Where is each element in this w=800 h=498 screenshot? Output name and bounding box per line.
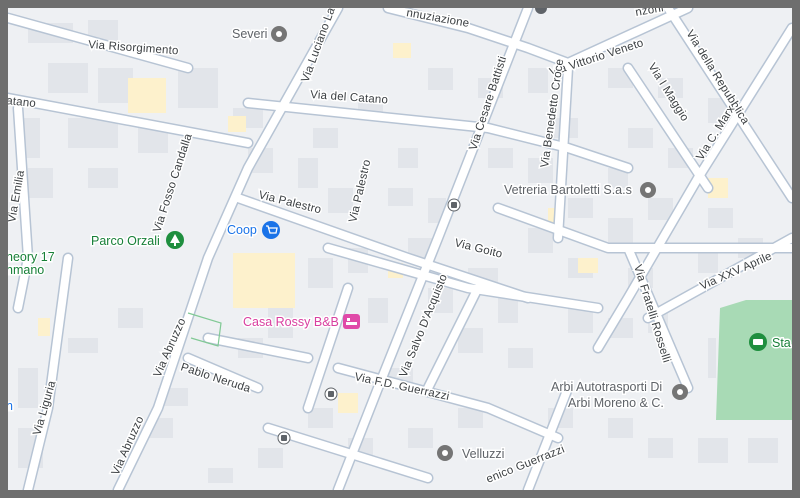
poi-velluzzi[interactable]: Velluzzi (437, 445, 506, 463)
map-canvas[interactable]: Via Risorgimento Via Luciano La Via del … (8, 8, 792, 490)
poi-label: Sta (772, 336, 791, 350)
poi-label: Parco Orzali (91, 234, 160, 248)
poi-label: Arbi Autotrasporti Di (551, 380, 662, 394)
park-area (716, 300, 792, 420)
poi-label: Severi (232, 27, 267, 41)
poi-severi[interactable]: Severi (231, 26, 287, 43)
poi-coop[interactable]: Coop (226, 221, 280, 239)
map-frame: Via Risorgimento Via Luciano La Via del … (0, 0, 800, 498)
poi-label: Arbi Moreno & C. (568, 396, 664, 410)
poi-parco-orzali[interactable]: Parco Orzali (90, 231, 184, 250)
poi-label: Casa Rossy B&B (243, 315, 339, 329)
bus-stop-icon[interactable] (447, 198, 461, 212)
shopping-cart-icon (262, 221, 280, 239)
bed-icon (343, 314, 360, 329)
poi-label: nmano (8, 263, 44, 277)
poi-label: Coop (227, 223, 257, 237)
poi-label: n (8, 399, 13, 413)
map-svg[interactable]: Via Risorgimento Via Luciano La Via del … (8, 8, 792, 490)
poi-label: Vetreria Bartoletti S.a.s (504, 183, 632, 197)
poi-label: heory 17 (8, 250, 55, 264)
bus-stop-icon[interactable] (324, 387, 338, 401)
bus-stop-icon[interactable] (277, 431, 291, 445)
poi-label: Velluzzi (462, 447, 504, 461)
